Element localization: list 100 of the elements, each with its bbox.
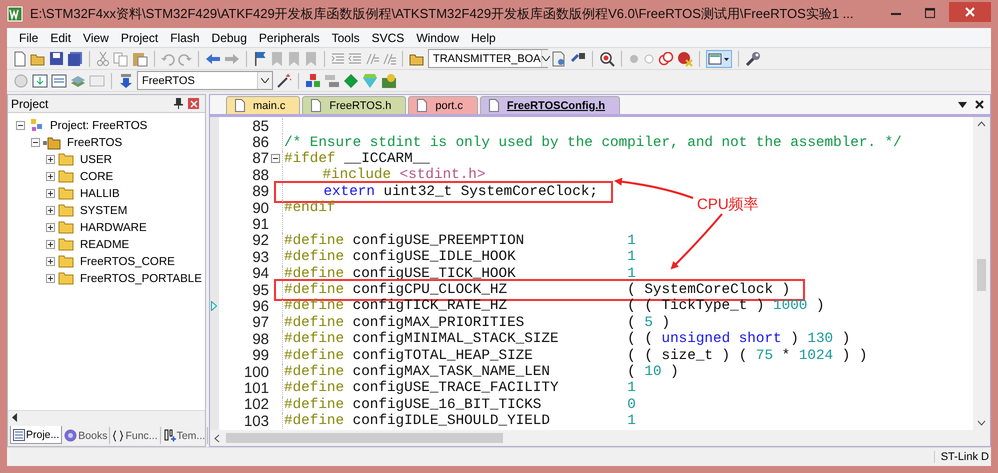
close-button[interactable] [188,98,199,109]
horizontal-scrollbar[interactable] [210,430,990,446]
panel-tab[interactable]: Func... [110,427,161,444]
dropdown-icon[interactable] [958,102,967,108]
scroll-thumb[interactable] [977,259,986,291]
tree-item[interactable]: USER [80,154,112,166]
tree-item[interactable]: HARDWARE [80,222,147,234]
expander-icon[interactable] [46,240,55,249]
scroll-thumb[interactable] [226,433,503,443]
vertical-scrollbar[interactable] [973,117,990,430]
menu-item[interactable]: Help [465,30,502,44]
line-number: 98 [251,330,269,348]
expander-icon[interactable] [46,172,55,181]
code-line: #define configMAX_TASK_NAME_LEN ( 10 ) [283,364,679,380]
tree-item[interactable]: README [80,238,130,250]
flag-icon[interactable] [253,50,267,66]
tree-item[interactable]: HALLIB [80,188,120,200]
breakpoint-clear-icon[interactable] [677,50,693,66]
menu-item[interactable]: Window [410,30,465,44]
window-layout-button[interactable] [706,50,732,68]
expander-icon[interactable] [46,155,55,164]
line-number: 89 [251,183,269,200]
maximize-icon[interactable] [924,7,936,19]
line-number: 85 [251,118,269,135]
file-tab[interactable]: port.c [408,96,478,114]
scroll-left-icon[interactable] [12,413,18,422]
expander-icon[interactable] [46,274,55,283]
code-line: #define configUSE_16_BIT_TICKS 0 [283,396,636,413]
scroll-down-icon[interactable] [977,420,986,426]
breakpoints-icon[interactable] [658,52,674,66]
fold-icon[interactable] [271,154,280,164]
expander-icon[interactable] [31,138,40,147]
menu-item[interactable]: SVCS [366,30,410,44]
scroll-left-icon[interactable] [214,434,220,442]
tree-item[interactable]: FreeRTOS [67,136,122,148]
expander-icon[interactable] [16,121,25,130]
panel-tab[interactable]: Tem... [160,427,208,444]
pack-installer-icon[interactable] [381,72,397,88]
file-icon [311,99,322,112]
menu-item[interactable]: Edit [44,30,78,44]
menu-item[interactable]: File [13,30,44,44]
build-icon[interactable] [32,72,48,88]
menu-item[interactable]: Flash [164,30,206,44]
scroll-up-icon[interactable] [977,121,986,127]
line-number: 92 [251,232,269,250]
components-icon[interactable] [305,72,321,88]
layers-icon[interactable] [324,72,340,88]
tree-item[interactable]: CORE [80,170,114,182]
folder-icon [58,153,74,166]
debug-icon[interactable] [599,50,615,66]
horizontal-scrollbar[interactable] [8,410,205,424]
menu-item[interactable]: Tools [326,30,366,44]
file-tab[interactable]: FreeRTOSConfig.h [480,96,620,114]
close-icon[interactable] [975,100,984,109]
code-editor[interactable] [210,114,990,446]
line-number: 88 [251,166,269,184]
tree-item[interactable]: FreeRTOS_PORTABLE [80,272,202,284]
annotation-arrow [670,213,723,270]
new-file-icon[interactable] [13,50,27,66]
find-file-icon[interactable] [551,50,567,66]
rebuild-icon[interactable] [51,72,67,88]
menu-item[interactable]: Project [114,30,164,44]
menu-item[interactable]: View [77,30,115,44]
expander-icon[interactable] [46,189,55,198]
file-tab[interactable]: FreeRTOS.h [302,96,406,114]
pin-icon[interactable] [174,98,183,109]
dropdown-icon[interactable] [261,78,269,83]
panel-tab[interactable]: Proje... [10,426,62,444]
expander-icon[interactable] [46,206,55,215]
paste-icon[interactable] [132,50,148,66]
project-icon [28,118,44,134]
tree-item[interactable]: FreeRTOS_CORE [80,256,175,268]
dropdown-icon[interactable] [542,56,550,61]
close-button[interactable] [949,2,991,22]
tree-item[interactable]: SYSTEM [80,204,128,216]
code-line: #ifdef __ICCARM__ [283,150,430,167]
save-icon[interactable] [49,51,64,66]
panel-tab[interactable]: Books [62,427,110,444]
code-line: #define configTOTAL_HEAP_SIZE ( ( size_t ) ( 75 * 1024 ) ) [283,348,868,364]
line-number: 99 [251,347,269,364]
diamond-icon[interactable] [343,72,359,88]
line-number: 87 [251,150,269,168]
target-dropdown[interactable]: FreeRTOS [137,71,273,90]
back-arrow-icon[interactable] [205,52,221,64]
expander-icon[interactable] [46,223,55,232]
line-number: 86 [251,134,269,152]
code-line: /* Ensure stdint is only used by the compiler, and not the assembler. */ [283,134,902,151]
menu-item[interactable]: Debug [206,30,253,44]
expander-icon[interactable] [46,257,55,266]
menu-item[interactable]: Peripherals [252,30,326,44]
tree-item[interactable]: Project: FreeRTOS [50,120,148,132]
magic-wand-icon[interactable] [276,72,292,88]
open-folder-icon[interactable] [409,52,425,66]
target-dropdown[interactable]: TRANSMITTER_BOA [428,49,548,68]
code-line: #endif [283,200,336,216]
wrench-icon[interactable] [745,50,761,66]
download-icon[interactable] [118,72,134,88]
file-tab[interactable]: main.c [226,96,300,114]
folder-icon [58,170,74,183]
save-all-icon[interactable] [67,50,83,66]
